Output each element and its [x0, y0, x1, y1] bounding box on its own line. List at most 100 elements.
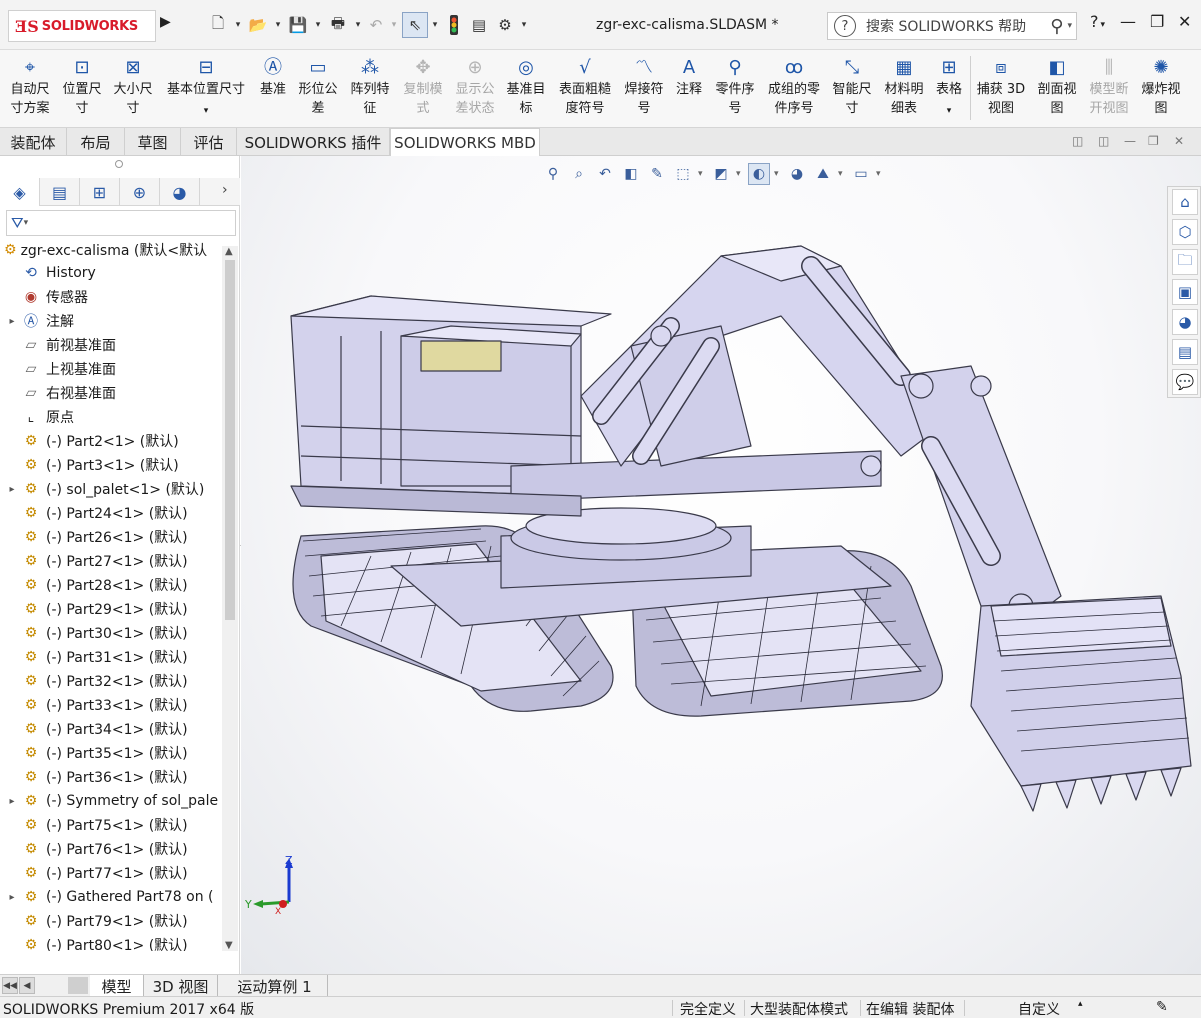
prev-tab-icon[interactable]: ◀: [19, 977, 35, 994]
tree-item[interactable]: ⚙ (-) Part31<1> (默认): [0, 645, 222, 669]
ribbon-capture-3d-view-button[interactable]: ⧈ 捕获 3D 视图: [974, 54, 1028, 124]
tree-item[interactable]: ⚙ (-) Part36<1> (默认): [0, 765, 222, 789]
scroll-down-icon[interactable]: ▼: [225, 940, 233, 951]
save-icon[interactable]: 💾: [286, 12, 310, 38]
ribbon-bom-button[interactable]: ▦ 材料明 细表: [878, 54, 930, 124]
ribbon-model-break-button[interactable]: ⫼ 模型断 开视图: [1084, 54, 1134, 124]
scroll-up-icon[interactable]: ▲: [225, 246, 233, 257]
status-notification-icon[interactable]: ✎: [1156, 999, 1168, 1015]
tab-scroll-bar[interactable]: [68, 977, 88, 994]
new-dropdown-icon[interactable]: ▾: [232, 12, 244, 38]
undo-dropdown-icon[interactable]: ▾: [388, 12, 400, 38]
options-dropdown-icon[interactable]: ▾: [518, 12, 530, 38]
appearance-tab-icon[interactable]: ◕: [160, 178, 200, 206]
tree-item[interactable]: ⚙ (-) Part80<1> (默认): [0, 933, 222, 951]
ribbon-section-view-button[interactable]: ◧ 剖面视图: [1032, 54, 1082, 124]
tree-item[interactable]: ⚙ (-) Part3<1> (默认): [0, 453, 222, 477]
undo-icon[interactable]: ↶: [364, 12, 388, 38]
tree-scrollbar[interactable]: ▲ ▼: [222, 246, 238, 951]
hide-show-items-icon[interactable]: ◐: [748, 163, 770, 185]
ribbon-smart-dim-button[interactable]: ⤡ 智能尺寸: [828, 54, 876, 124]
maximize-button[interactable]: ❐: [1150, 12, 1164, 31]
ribbon-auto-dim-scheme-button[interactable]: ⌖ 自动尺 寸方案: [4, 54, 56, 124]
open-icon[interactable]: 📂: [246, 12, 270, 38]
expand-arrow-icon[interactable]: ▸: [4, 892, 20, 903]
print-icon[interactable]: 🖶: [326, 12, 350, 38]
open-dropdown-icon[interactable]: ▾: [272, 12, 284, 38]
tree-item[interactable]: ⚙ (-) Part35<1> (默认): [0, 741, 222, 765]
ribbon-copy-scheme-button[interactable]: ✥ 复制模式: [398, 54, 448, 124]
previous-view-icon[interactable]: ↶: [594, 163, 616, 185]
apply-scene-icon[interactable]: ⛰: [812, 163, 834, 185]
file-properties-icon[interactable]: ▤: [468, 12, 490, 38]
tree-item[interactable]: ⌞ 原点: [0, 405, 222, 429]
expand-arrow-icon[interactable]: ▸: [4, 484, 20, 495]
tree-item[interactable]: ⚙ (-) Part2<1> (默认): [0, 429, 222, 453]
scroll-thumb[interactable]: [225, 260, 235, 620]
display-style-icon[interactable]: ◩: [710, 163, 732, 185]
tree-item[interactable]: ▱ 右视基准面: [0, 381, 222, 405]
ribbon-size-dim-button[interactable]: ⊠ 大小尺寸: [108, 54, 158, 124]
minimize-button[interactable]: —: [1120, 12, 1136, 31]
status-units-custom[interactable]: 自定义: [1018, 999, 1060, 1019]
save-dropdown-icon[interactable]: ▾: [312, 12, 324, 38]
tab-solidworks-addins[interactable]: SOLIDWORKS 插件: [237, 128, 390, 156]
ribbon-exploded-view-button[interactable]: ✺ 爆炸视图: [1136, 54, 1186, 124]
ribbon-basic-location-dim-button[interactable]: ⊟ 基本位置尺寸 ▾: [160, 54, 252, 124]
tree-item[interactable]: ▱ 上视基准面: [0, 357, 222, 381]
ribbon-datum-button[interactable]: Ⓐ 基准: [254, 54, 292, 124]
help-menu-button[interactable]: ? ▾: [1090, 12, 1105, 31]
zoom-to-area-icon[interactable]: ⌕: [568, 163, 590, 185]
tree-item[interactable]: ⚙ (-) Part24<1> (默认): [0, 501, 222, 525]
tree-item[interactable]: ⚙ (-) Part34<1> (默认): [0, 717, 222, 741]
bottom-tab-motion-study[interactable]: 运动算例 1: [222, 975, 328, 997]
tree-item[interactable]: ⚙ (-) Part33<1> (默认): [0, 693, 222, 717]
select-icon[interactable]: ⇖: [402, 12, 428, 38]
solidworks-resources-home-icon[interactable]: ⌂: [1172, 189, 1198, 215]
section-view-hud-icon[interactable]: ◧: [620, 163, 642, 185]
search-input[interactable]: 搜索 SOLIDWORKS 帮助: [866, 16, 1050, 36]
new-document-icon[interactable]: 🗋: [206, 12, 230, 38]
ribbon-balloon-button[interactable]: ⚲ 零件序号: [710, 54, 760, 124]
ribbon-pattern-feature-button[interactable]: ⁂ 阵列特征: [344, 54, 396, 124]
ribbon-geometric-tolerance-button[interactable]: ▭ 形位公差: [294, 54, 342, 124]
tree-item[interactable]: ▸ ⚙ (-) Symmetry of sol_pale: [0, 789, 222, 813]
bottom-tab-3d-view[interactable]: 3D 视图: [144, 975, 218, 997]
bottom-tab-model[interactable]: 模型: [90, 975, 144, 997]
units-dropdown-icon[interactable]: ▴: [1078, 999, 1083, 1009]
tab-sketch[interactable]: 草图: [125, 128, 181, 156]
ribbon-location-dim-button[interactable]: ⊡ 位置尺寸: [58, 54, 106, 124]
tile-window-icon[interactable]: ◫: [1072, 134, 1083, 148]
ribbon-weld-symbol-button[interactable]: 〽焊接符号: [620, 54, 668, 124]
tree-item[interactable]: ▸ Ⓐ 注解: [0, 309, 222, 333]
solidworks-logo[interactable]: ƎS SOLIDWORKS: [8, 10, 156, 42]
tab-assembly[interactable]: 装配体: [0, 128, 67, 156]
ribbon-stacked-balloon-button[interactable]: ꝏ 成组的零 件序号: [762, 54, 826, 124]
tree-item[interactable]: ⚙ (-) Part28<1> (默认): [0, 573, 222, 597]
menu-expand-arrow[interactable]: ▶: [160, 14, 172, 36]
tree-item[interactable]: ⚙ (-) Part79<1> (默认): [0, 909, 222, 933]
doc-restore-button[interactable]: ❐: [1148, 134, 1159, 148]
tree-item[interactable]: ⚙ (-) Part32<1> (默认): [0, 669, 222, 693]
first-tab-icon[interactable]: ◀◀: [2, 977, 18, 994]
excavator-3d-model[interactable]: [281, 226, 1201, 826]
tab-solidworks-mbd[interactable]: SOLIDWORKS MBD: [390, 128, 540, 157]
tree-root-assembly[interactable]: ⚙ zgr-exc-calisma (默认<默认: [4, 240, 236, 260]
tree-filter-box[interactable]: ⛛ ▾: [6, 210, 236, 236]
tree-item[interactable]: ⚙ (-) Part27<1> (默认): [0, 549, 222, 573]
search-dropdown-icon[interactable]: ▾: [1067, 21, 1072, 31]
ribbon-datum-target-button[interactable]: ◎ 基准目标: [502, 54, 550, 124]
print-dropdown-icon[interactable]: ▾: [352, 12, 364, 38]
search-icon[interactable]: ⚲: [1050, 16, 1063, 37]
tab-layout[interactable]: 布局: [67, 128, 125, 156]
ribbon-tolerance-status-button[interactable]: ⊕ 显示公 差状态: [450, 54, 500, 124]
tree-item[interactable]: ⚙ (-) Part30<1> (默认): [0, 621, 222, 645]
doc-close-button[interactable]: ✕: [1174, 134, 1184, 148]
more-tabs-chevron-icon[interactable]: ›: [222, 182, 228, 198]
dynamic-annotation-icon[interactable]: ✎: [646, 163, 668, 185]
graphics-area[interactable]: ⚲ ⌕ ↶ ◧ ✎ ⬚ ▾ ◩ ▾ ◐ ▾ ◕ ⛰ ▾ ▭ ▾ ⌂ ⬡ 🗀 ▣ …: [241, 156, 1201, 974]
edit-appearance-icon[interactable]: ◕: [786, 163, 808, 185]
ribbon-table-button[interactable]: ⊞ 表格 ▾: [930, 54, 968, 124]
featuremanager-tab-icon[interactable]: ◈: [0, 178, 40, 206]
tree-item[interactable]: ▸ ⚙ (-) Gathered Part78 on (: [0, 885, 222, 909]
